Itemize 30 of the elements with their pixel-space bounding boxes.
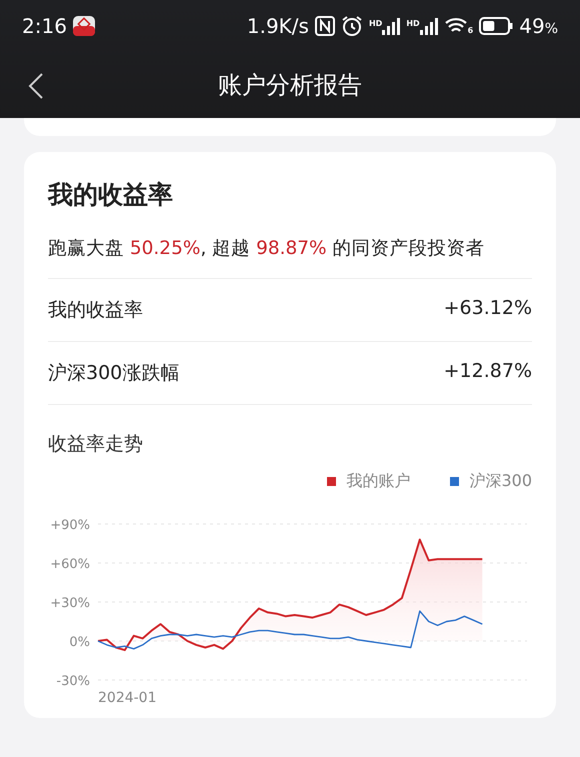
axis-label: -30%: [56, 674, 90, 689]
percent-sign: %: [544, 21, 558, 37]
signal-icon: [382, 17, 400, 35]
alarm-icon: [340, 15, 363, 37]
page-title: 账户分析报告: [218, 70, 362, 101]
wifi-label: 6: [468, 26, 474, 35]
row-value: +12.87%: [444, 360, 532, 384]
chart-title: 收益率走势: [48, 432, 144, 457]
legend-label: 我的账户: [346, 471, 410, 492]
row-label: 沪深300涨跌幅: [48, 361, 180, 386]
axis-label: 2024-01: [98, 690, 156, 706]
network-speed: 1.9K/s: [246, 14, 309, 38]
app-icon: [72, 16, 95, 36]
axis-label: 0%: [69, 635, 90, 650]
axis-label: +90%: [50, 518, 90, 533]
battery-percent: 49: [519, 14, 545, 38]
clock-time: 2:16: [22, 14, 67, 38]
back-icon[interactable]: [28, 72, 44, 100]
summary-text: 跑赢大盘 50.25%, 超越 98.87% 的同资产段投资者: [48, 235, 532, 279]
section-title: 我的收益率: [48, 179, 174, 211]
hd-label: HD: [406, 19, 420, 28]
row-value: +63.12%: [444, 297, 532, 321]
axis-label: +60%: [50, 557, 90, 572]
hd-label: HD: [368, 19, 382, 28]
battery-icon: [479, 17, 514, 35]
axis-label: +30%: [50, 596, 90, 611]
row-label: 我的收益率: [48, 298, 143, 323]
signal-icon: [420, 17, 438, 35]
nfc-icon: [314, 16, 335, 36]
legend-label: 沪深300: [469, 471, 532, 492]
